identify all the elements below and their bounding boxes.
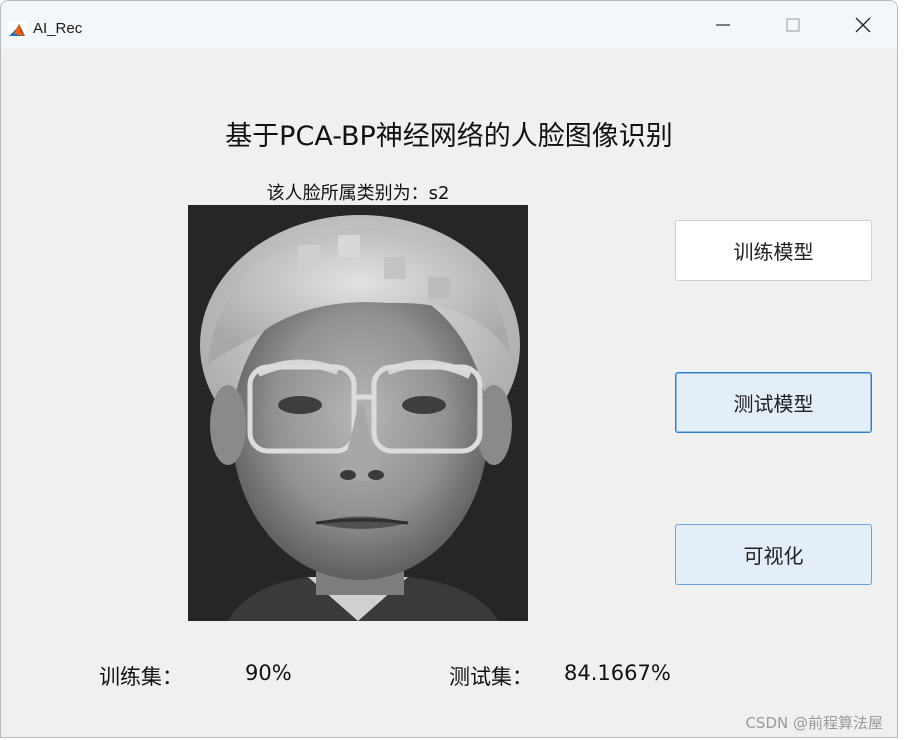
train-set-accuracy: 90%	[245, 661, 292, 685]
visualize-button[interactable]: 可视化	[675, 524, 872, 585]
test-set-accuracy: 84.1667%	[564, 661, 671, 685]
close-icon	[855, 17, 871, 33]
title-bar[interactable]: AI_Rec	[1, 1, 897, 49]
matlab-icon	[8, 21, 26, 39]
maximize-button[interactable]	[763, 1, 823, 49]
window-title: AI_Rec	[33, 20, 83, 37]
watermark-text: CSDN @前程算法屋	[745, 714, 883, 732]
test-model-button[interactable]: 测试模型	[675, 372, 872, 433]
face-image	[188, 205, 528, 621]
test-set-label: 测试集：	[449, 665, 533, 689]
app-window: AI_Rec 基于PCA-BP神经网络的人脸图像识别 该人脸所属类别为：s2 训…	[0, 0, 898, 738]
train-model-button[interactable]: 训练模型	[675, 220, 872, 281]
minimize-button[interactable]	[693, 1, 753, 49]
maximize-icon	[786, 18, 800, 32]
minimize-icon	[716, 24, 730, 26]
page-title: 基于PCA-BP神经网络的人脸图像识别	[225, 121, 673, 152]
close-button[interactable]	[833, 1, 893, 49]
recognition-result-label: 该人脸所属类别为：s2	[266, 183, 450, 204]
train-set-label: 训练集：	[99, 665, 183, 689]
